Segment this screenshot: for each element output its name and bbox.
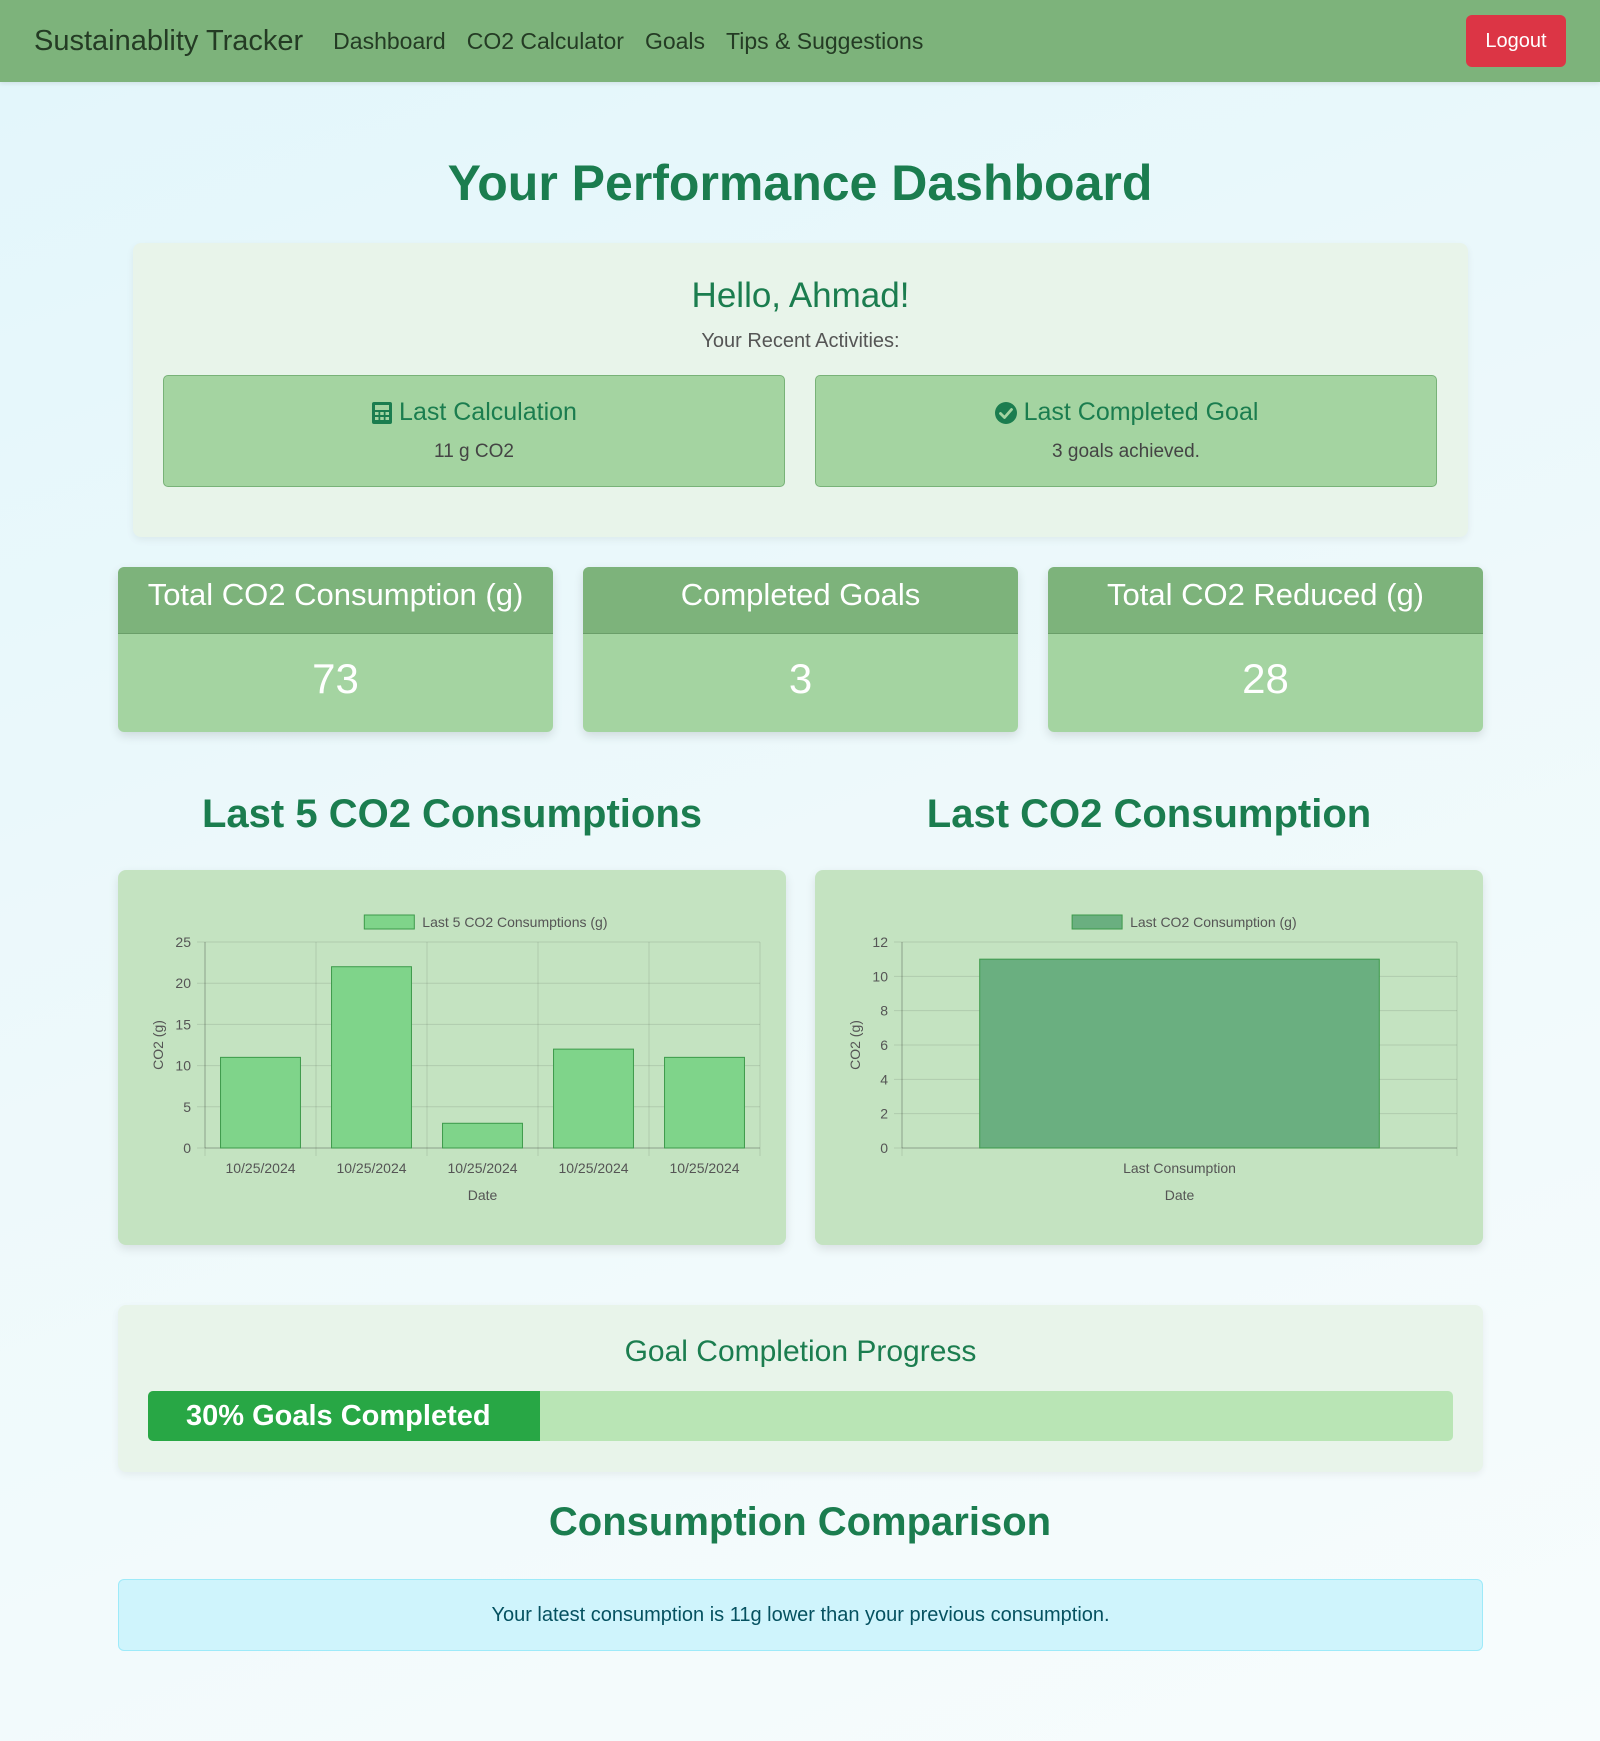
y-tick-label: 6 — [880, 1037, 888, 1053]
bar — [442, 1122, 523, 1149]
y-tick-label: 10 — [872, 968, 888, 984]
stat-value: 28 — [1048, 634, 1483, 732]
check-circle-icon — [994, 401, 1017, 424]
stat-value: 73 — [118, 634, 553, 732]
greeting: Hello, Ahmad! — [691, 276, 910, 315]
last-goal-card: Last Completed Goal 3 goals achieved. — [815, 375, 1437, 487]
stat-total-consumption: Total CO2 Consumption (g) 73 — [118, 567, 553, 732]
y-tick-label: 8 — [880, 1003, 888, 1019]
page-title: Your Performance Dashboard — [447, 155, 1153, 211]
stat-label: Total CO2 Reduced (g) — [1048, 567, 1483, 634]
legend-swatch — [1071, 914, 1123, 930]
y-tick-label: 0 — [880, 1140, 888, 1156]
y-axis-label: CO2 (g) — [150, 1020, 166, 1070]
x-axis-label: Date — [468, 1187, 498, 1203]
chart-card-last-5: Last 5 CO2 Consumptions (g) 0 5 10 15 20 25 10/… — [118, 870, 786, 1245]
x-tick-label: 10/25/2024 — [225, 1160, 295, 1176]
last-calculation-title: Last Calculation — [399, 398, 577, 426]
x-axis-label: Date — [1165, 1187, 1195, 1203]
logout-button[interactable]: Logout — [1466, 15, 1566, 67]
legend-label: Last CO2 Consumption (g) — [1130, 914, 1297, 930]
legend-label: Last 5 CO2 Consumptions (g) — [422, 914, 607, 930]
bar — [331, 966, 412, 1149]
goal-progress-title: Goal Completion Progress — [624, 1335, 977, 1368]
y-tick-label: 5 — [183, 1099, 191, 1115]
legend-swatch — [363, 914, 415, 930]
y-axis-label: CO2 (g) — [847, 1020, 863, 1070]
last-calculation-card: Last Calculation 11 g CO2 — [163, 375, 785, 487]
bar — [979, 958, 1380, 1149]
y-tick-label: 12 — [872, 934, 888, 950]
welcome-card: Hello, Ahmad! Your Recent Activities: La… — [133, 243, 1468, 537]
y-tick-label: 15 — [175, 1016, 191, 1032]
x-tick-label: 10/25/2024 — [669, 1160, 739, 1176]
x-tick-label: 10/25/2024 — [447, 1160, 517, 1176]
brand-link[interactable]: Sustainablity Tracker — [34, 25, 303, 58]
y-tick-label: 20 — [175, 975, 191, 991]
chart-title-last-5: Last 5 CO2 Consumptions — [201, 792, 703, 836]
chart-title-last: Last CO2 Consumption — [926, 792, 1372, 836]
chart-last-consumption: Last CO2 Consumption (g) 0 2 4 6 8 10 12 Last Co… — [847, 914, 1458, 1203]
goal-progress-bar: 30% Goals Completed — [148, 1391, 1453, 1441]
y-tick-label: 0 — [183, 1140, 191, 1156]
stat-label: Completed Goals — [583, 567, 1018, 634]
comparison-alert: Your latest consumption is 11g lower tha… — [118, 1579, 1483, 1651]
stat-label: Total CO2 Consumption (g) — [118, 567, 553, 634]
y-tick-label: 10 — [175, 1058, 191, 1074]
y-tick-label: 2 — [880, 1106, 888, 1122]
bar — [664, 1056, 745, 1149]
goal-progress-fill: 30% Goals Completed — [148, 1391, 540, 1441]
stat-value: 3 — [583, 634, 1018, 732]
x-tick-label: Last Consumption — [1123, 1160, 1236, 1176]
y-tick-label: 4 — [880, 1071, 888, 1087]
last-goal-value: 3 goals achieved. — [1052, 441, 1200, 462]
last-goal-title: Last Completed Goal — [1023, 398, 1259, 426]
goal-progress-card: Goal Completion Progress 30% Goals Compl… — [118, 1305, 1483, 1472]
stat-completed-goals: Completed Goals 3 — [583, 567, 1018, 732]
nav-goals[interactable]: Goals — [645, 28, 705, 55]
nav-dashboard[interactable]: Dashboard — [333, 28, 446, 55]
chart-card-last: Last CO2 Consumption (g) 0 2 4 6 8 10 12 Last Co… — [815, 870, 1483, 1245]
comparison-title: Consumption Comparison — [548, 1500, 1052, 1544]
stat-total-reduced: Total CO2 Reduced (g) 28 — [1048, 567, 1483, 732]
y-tick-label: 25 — [175, 934, 191, 950]
bar — [220, 1056, 301, 1149]
x-tick-label: 10/25/2024 — [336, 1160, 406, 1176]
calculator-icon — [372, 401, 393, 424]
bar — [553, 1048, 634, 1149]
nav-tips[interactable]: Tips & Suggestions — [726, 28, 923, 55]
navbar: Sustainablity Tracker Dashboard CO2 Calc… — [0, 0, 1600, 82]
chart-last-5-consumptions: Last 5 CO2 Consumptions (g) 0 5 10 15 20 25 10/… — [150, 914, 761, 1203]
last-calculation-value: 11 g CO2 — [434, 441, 514, 462]
x-tick-label: 10/25/2024 — [558, 1160, 628, 1176]
recent-activities-label: Your Recent Activities: — [701, 330, 900, 352]
nav-co2-calculator[interactable]: CO2 Calculator — [467, 28, 624, 55]
